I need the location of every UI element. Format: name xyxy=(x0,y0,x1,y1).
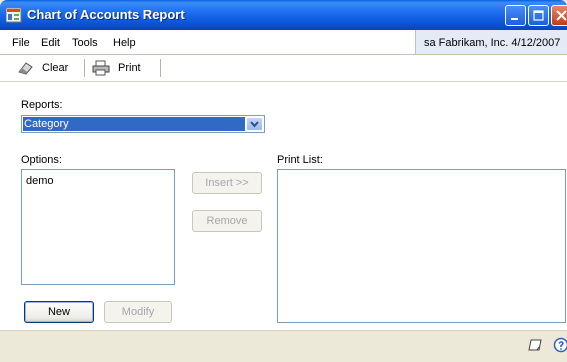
new-button[interactable]: New xyxy=(24,301,94,323)
title-bar[interactable]: Chart of Accounts Report xyxy=(0,0,567,30)
bottom-strip xyxy=(0,330,567,362)
report-window: Chart of Accounts Report File Edit Tools… xyxy=(0,0,567,362)
minimize-icon xyxy=(511,18,518,20)
toolbar-separator xyxy=(84,59,85,77)
toolbar: Clear Print xyxy=(0,55,567,82)
print-label: Print xyxy=(118,62,141,74)
options-listbox[interactable]: demo xyxy=(21,169,175,285)
menu-help[interactable]: Help xyxy=(113,37,136,49)
note-icon[interactable] xyxy=(528,338,544,352)
options-list-item[interactable]: demo xyxy=(26,175,54,187)
status-area: sa Fabrikam, Inc. 4/12/2007 xyxy=(415,30,567,54)
modify-button[interactable]: Modify xyxy=(104,301,172,323)
eraser-icon xyxy=(18,62,33,75)
help-icon[interactable] xyxy=(553,337,567,353)
menu-file[interactable]: File xyxy=(12,37,30,49)
close-button[interactable] xyxy=(551,5,567,26)
reports-dropdown[interactable]: Category xyxy=(21,115,265,133)
report-content: Reports: Category Options: demo Print Li… xyxy=(0,82,567,330)
menu-edit[interactable]: Edit xyxy=(41,37,60,49)
minimize-button[interactable] xyxy=(505,5,526,26)
maximize-button[interactable] xyxy=(528,5,549,26)
print-list-label: Print List: xyxy=(277,154,323,166)
toolbar-separator xyxy=(160,59,161,77)
app-icon xyxy=(5,7,22,23)
menu-tools[interactable]: Tools xyxy=(72,37,98,49)
options-label: Options: xyxy=(21,154,62,166)
maximize-icon xyxy=(533,10,544,21)
clear-label: Clear xyxy=(42,62,69,74)
insert-button[interactable]: Insert >> xyxy=(192,172,262,194)
remove-button[interactable]: Remove xyxy=(192,210,262,232)
dropdown-arrow-icon[interactable] xyxy=(246,117,263,131)
print-list-listbox[interactable] xyxy=(277,169,566,323)
clear-button[interactable]: Clear xyxy=(18,58,68,78)
printer-icon xyxy=(92,60,110,76)
reports-selected-value: Category xyxy=(23,117,245,131)
close-icon xyxy=(556,10,567,21)
print-button[interactable]: Print xyxy=(92,58,141,78)
reports-label: Reports: xyxy=(21,99,63,111)
user-company-date: sa Fabrikam, Inc. 4/12/2007 xyxy=(424,37,561,49)
window-title: Chart of Accounts Report xyxy=(27,7,185,22)
